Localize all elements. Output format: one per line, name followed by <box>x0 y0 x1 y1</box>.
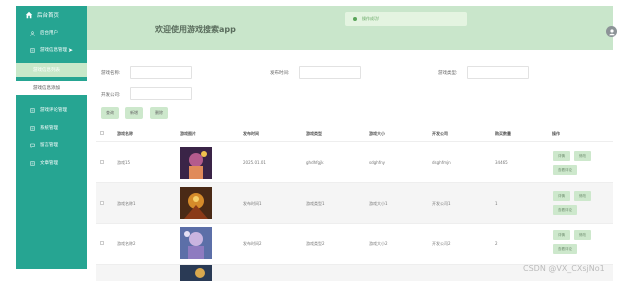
game-type-input[interactable] <box>467 66 529 79</box>
cell-company: dsghfmjn <box>432 160 451 165</box>
success-icon <box>353 17 357 21</box>
sidebar-item-label: 游戏信息管理 <box>40 48 67 53</box>
top-header: 欢迎使用游戏搜索app 操作成功! admin <box>87 6 634 50</box>
col-game-image: 游戏图片 <box>180 131 196 136</box>
chat-icon <box>30 143 35 148</box>
sidebar-item-label: 文章管理 <box>40 161 58 166</box>
sidebar-item-label: 留言管理 <box>40 143 58 148</box>
cell-release-date: 2025.01.01 <box>243 160 266 165</box>
cell-game-type: 游戏类型1 <box>306 201 325 206</box>
document-icon <box>30 160 35 166</box>
detail-button[interactable]: 详情 <box>553 151 570 161</box>
cell-company: 开发公司1 <box>432 201 451 206</box>
sidebar-item-label: 系统管理 <box>40 126 58 131</box>
game-thumbnail <box>180 187 212 219</box>
col-game-type: 游戏类型 <box>306 131 322 136</box>
view-comments-button[interactable]: 查看评论 <box>553 244 577 254</box>
row-checkbox[interactable] <box>100 241 104 245</box>
toast-message: 操作成功! <box>362 16 380 21</box>
document-icon <box>30 125 35 131</box>
sidebar-subitem-label: 游戏信息列表 <box>33 68 60 73</box>
avatar <box>606 26 617 37</box>
game-type-label: 游戏类型: <box>438 71 458 76</box>
view-comments-button[interactable]: 查看评论 <box>553 205 577 215</box>
game-thumbnail <box>180 227 212 259</box>
table-row: 游戏名称2 发布时间2 游戏类型2 游戏大小2 开发公司2 2 详情 修改 查看… <box>96 224 613 265</box>
table-row: 游戏15 2025.01.01 ghdhfgjk sdghfny dsghfmj… <box>96 142 613 183</box>
col-actions: 操作 <box>552 131 560 136</box>
user-menu[interactable]: admin <box>606 26 634 37</box>
col-company: 开发公司 <box>432 131 448 136</box>
edit-button[interactable]: 修改 <box>574 230 591 240</box>
cell-game-size: 游戏大小2 <box>369 241 388 246</box>
sidebar-home-label: 后台首页 <box>37 13 60 19</box>
row-checkbox[interactable] <box>100 160 104 164</box>
delete-button[interactable]: 删除 <box>150 107 168 119</box>
row-checkbox[interactable] <box>100 201 104 205</box>
detail-button[interactable]: 详情 <box>553 191 570 201</box>
col-game-size: 游戏大小 <box>369 131 385 136</box>
cell-purchase-count: 1 <box>495 201 498 206</box>
sidebar-home[interactable]: 后台首页 <box>16 6 87 24</box>
add-button[interactable]: 新增 <box>125 107 143 119</box>
cell-game-type: 游戏类型2 <box>306 241 325 246</box>
sidebar-subitem-game-add[interactable]: 游戏信息添加 <box>16 81 87 95</box>
document-icon <box>30 47 35 53</box>
sidebar-item-system[interactable]: 系统管理 <box>16 122 87 134</box>
edit-button[interactable]: 修改 <box>574 191 591 201</box>
detail-button[interactable]: 详情 <box>553 230 570 240</box>
sidebar-subitem-label: 游戏信息添加 <box>33 86 60 91</box>
user-icon <box>30 30 35 36</box>
release-date-input[interactable] <box>299 66 361 79</box>
sidebar-item-game-info[interactable]: 游戏信息管理 ➤ <box>16 44 87 56</box>
col-game-name: 游戏名称 <box>117 131 133 136</box>
home-icon <box>25 11 33 19</box>
game-name-input[interactable] <box>130 66 192 79</box>
col-purchase-count: 购买数量 <box>495 131 511 136</box>
table-row: 游戏名称1 发布时间1 游戏类型1 游戏大小1 开发公司1 1 详情 修改 查看… <box>96 183 613 224</box>
cell-game-name: 游戏名称1 <box>117 201 136 206</box>
col-release-date: 发布时间 <box>243 131 259 136</box>
select-all-checkbox[interactable] <box>100 131 104 135</box>
game-thumbnail <box>180 265 212 281</box>
cell-game-size: sdghfny <box>369 160 386 165</box>
page-title: 欢迎使用游戏搜索app <box>155 25 236 34</box>
cell-game-name: 游戏15 <box>117 160 131 165</box>
avatar-icon <box>608 28 615 35</box>
sidebar-subitem-game-list[interactable]: 游戏信息列表 <box>16 63 87 77</box>
sidebar-item-label: 后台用户 <box>40 31 58 36</box>
game-thumbnail <box>180 147 212 179</box>
sidebar-item-game-comments[interactable]: 游戏评论管理 <box>16 104 87 116</box>
cell-company: 开发公司2 <box>432 241 451 246</box>
company-input[interactable] <box>130 87 192 100</box>
search-button[interactable]: 查询 <box>101 107 119 119</box>
edit-button[interactable]: 修改 <box>574 151 591 161</box>
sidebar-item-users[interactable]: 后台用户 <box>16 27 87 39</box>
cell-game-type: ghdhfgjk <box>306 160 324 165</box>
cell-release-date: 发布时间2 <box>243 241 262 246</box>
watermark: CSDN @VX_CXsjNo1 <box>523 264 605 273</box>
document-icon <box>30 107 35 113</box>
username: admin <box>620 27 634 36</box>
mouse-cursor-icon: ➤ <box>68 46 74 54</box>
sidebar: 后台首页 后台用户 游戏信息管理 ➤ 游戏信息列表 游戏信息添加 游戏评论管理 … <box>16 6 87 269</box>
cell-release-date: 发布时间1 <box>243 201 262 206</box>
game-name-label: 游戏名称: <box>101 71 121 76</box>
cell-game-size: 游戏大小1 <box>369 201 388 206</box>
company-label: 开发公司: <box>101 93 121 98</box>
release-date-label: 发布时间: <box>270 71 290 76</box>
sidebar-item-label: 游戏评论管理 <box>40 108 67 113</box>
cell-game-name: 游戏名称2 <box>117 241 136 246</box>
success-toast: 操作成功! <box>345 12 467 26</box>
sidebar-item-messages[interactable]: 留言管理 <box>16 139 87 151</box>
table-header: 游戏名称 游戏图片 发布时间 游戏类型 游戏大小 开发公司 购买数量 操作 <box>96 124 613 142</box>
cell-purchase-count: 2 <box>495 241 498 246</box>
view-comments-button[interactable]: 查看评论 <box>553 165 577 175</box>
sidebar-item-articles[interactable]: 文章管理 <box>16 157 87 169</box>
cell-purchase-count: 34465 <box>495 160 508 165</box>
